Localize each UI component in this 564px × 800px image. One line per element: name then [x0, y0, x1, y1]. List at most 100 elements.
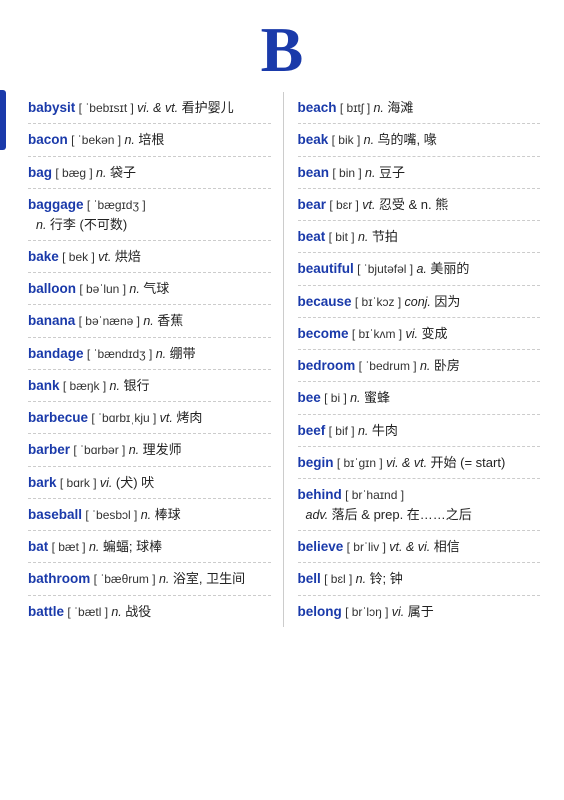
- entry-def: 理发师: [143, 442, 182, 457]
- entry-word: baseball: [28, 507, 82, 522]
- entry-phonetic: [ bɪˈkʌm ]: [349, 327, 406, 341]
- entry-main-line: baggage [ ˈbægɪdʒ ]: [28, 195, 271, 215]
- list-item: beak [ bik ] n. 鸟的嘴, 喙: [298, 124, 541, 156]
- entry-pos: vt.: [160, 411, 177, 425]
- entry-def: 相信: [434, 539, 460, 554]
- entry-word: because: [298, 294, 352, 309]
- list-item: balloon [ bəˈlun ] n. 气球: [28, 273, 271, 305]
- entry-def: 香蕉: [157, 313, 183, 328]
- entry-def: 落后 & prep. 在……之后: [332, 507, 472, 522]
- entry-def: 牛肉: [372, 423, 398, 438]
- list-item: bear [ bɛr ] vt. 忍受 & n. 熊: [298, 189, 541, 221]
- entry-pos: n.: [96, 166, 110, 180]
- list-item: become [ bɪˈkʌm ] vi. 变成: [298, 318, 541, 350]
- entry-def: 绷带: [170, 346, 196, 361]
- entry-word: beach: [298, 100, 337, 115]
- entry-phonetic: [ ˈbebɪsɪt ]: [75, 101, 137, 115]
- list-item: bark [ bɑrk ] vi. (犬) 吠: [28, 467, 271, 499]
- entry-pos: n.: [143, 314, 157, 328]
- left-tab-indicator: [0, 90, 6, 150]
- entry-phonetic: [ ˈbætl ]: [64, 605, 111, 619]
- entry-pos: n.: [420, 359, 434, 373]
- entry-def: 美丽的: [430, 261, 469, 276]
- entry-word: bee: [298, 390, 321, 405]
- entry-word: bag: [28, 165, 52, 180]
- entry-pos: vt.: [362, 198, 379, 212]
- entry-word: believe: [298, 539, 344, 554]
- entry-word: battle: [28, 604, 64, 619]
- entry-phonetic: [ bæg ]: [52, 166, 96, 180]
- entry-word: bell: [298, 571, 321, 586]
- page-header: B: [0, 0, 564, 92]
- entry-word: babysit: [28, 100, 75, 115]
- entry-word: bat: [28, 539, 48, 554]
- list-item: belong [ brˈlɔŋ ] vi. 属于: [298, 596, 541, 627]
- entry-word: bandage: [28, 346, 84, 361]
- entry-pos: n.: [364, 133, 378, 147]
- entry-phonetic: [ ˈbæθrum ]: [90, 572, 159, 586]
- entry-word: behind: [298, 487, 342, 502]
- list-item: bell [ bɛl ] n. 铃; 钟: [298, 563, 541, 595]
- list-item: barbecue [ ˈbɑrbɪˌkju ] vt. 烤肉: [28, 402, 271, 434]
- list-item: bean [ bin ] n. 豆子: [298, 157, 541, 189]
- entry-word: belong: [298, 604, 342, 619]
- entry-phonetic: [ ˈbændɪdʒ ]: [84, 347, 156, 361]
- entry-def: 变成: [421, 326, 447, 341]
- entry-phonetic: [ bəˈlun ]: [76, 282, 129, 296]
- list-item: beat [ bit ] n. 节拍: [298, 221, 541, 253]
- entry-def: 战役: [125, 604, 151, 619]
- entry-pos: n.: [89, 540, 103, 554]
- entry-phonetic: [ ˈbekən ]: [68, 133, 125, 147]
- entry-word: beautiful: [298, 261, 354, 276]
- entry-phonetic: [ bɪˈgɪn ]: [334, 456, 387, 470]
- list-item: believe [ brˈliv ] vt. & vi. 相信: [298, 531, 541, 563]
- entry-phonetic: [ bæt ]: [48, 540, 89, 554]
- entry-phonetic: [ bek ]: [59, 250, 98, 264]
- entry-pos: a.: [416, 262, 430, 276]
- entry-pos: n.: [141, 508, 155, 522]
- list-item: begin [ bɪˈgɪn ] vi. & vt. 开始 (= start): [298, 447, 541, 479]
- entry-word: baggage: [28, 197, 84, 212]
- entry-phonetic: [ bik ]: [328, 133, 363, 147]
- entry-phonetic: [ bif ]: [325, 424, 358, 438]
- entry-phonetic: [ ˈbesbɔl ]: [82, 508, 141, 522]
- section-letter: B: [261, 14, 304, 85]
- entry-phonetic: [ bæŋk ]: [60, 379, 110, 393]
- entry-def: 烘焙: [115, 249, 141, 264]
- entry-word: beat: [298, 229, 326, 244]
- entry-phonetic: [ bəˈnænə ]: [75, 314, 143, 328]
- entry-pos: conj.: [405, 295, 435, 309]
- entry-def: 袋子: [110, 165, 136, 180]
- entry-phonetic: [ bɛr ]: [326, 198, 362, 212]
- entry-word: become: [298, 326, 349, 341]
- entry-word: beef: [298, 423, 326, 438]
- entry-def: 因为: [434, 294, 460, 309]
- entry-pos: n.: [124, 133, 138, 147]
- entry-pos: vt.: [98, 250, 115, 264]
- entry-pos: n.: [36, 218, 50, 232]
- entry-word: begin: [298, 455, 334, 470]
- entry-word: barbecue: [28, 410, 88, 425]
- entry-phonetic: [ bɪtʃ ]: [337, 101, 374, 115]
- list-item: beef [ bif ] n. 牛肉: [298, 415, 541, 447]
- list-item: bedroom [ ˈbedrum ] n. 卧房: [298, 350, 541, 382]
- entry-pos: n.: [365, 166, 379, 180]
- entry-pos: adv.: [306, 508, 332, 522]
- entry-word: beak: [298, 132, 329, 147]
- list-item: beautiful [ ˈbjutəfəl ] a. 美丽的: [298, 253, 541, 285]
- entry-pos: n.: [111, 605, 125, 619]
- entry-phonetic: [ ˈbɑrbər ]: [70, 443, 129, 457]
- entry-def: 海滩: [387, 100, 413, 115]
- entry-phonetic: [ ˈbjutəfəl ]: [354, 262, 417, 276]
- entry-pos: vi. & vt.: [137, 101, 181, 115]
- entry-pos: n.: [129, 443, 143, 457]
- list-item: bank [ bæŋk ] n. 银行: [28, 370, 271, 402]
- entry-def: 忍受 & n. 熊: [379, 197, 448, 212]
- entry-word: barber: [28, 442, 70, 457]
- dictionary-columns: babysit [ ˈbebɪsɪt ] vi. & vt. 看护婴儿bacon…: [0, 92, 564, 627]
- entry-phonetic: [ brˈliv ]: [343, 540, 389, 554]
- entry-word: bathroom: [28, 571, 90, 586]
- entry-pos: n.: [358, 424, 372, 438]
- list-item: baggage [ ˈbægɪdʒ ] n. 行李 (不可数): [28, 189, 271, 241]
- entry-def: 节拍: [372, 229, 398, 244]
